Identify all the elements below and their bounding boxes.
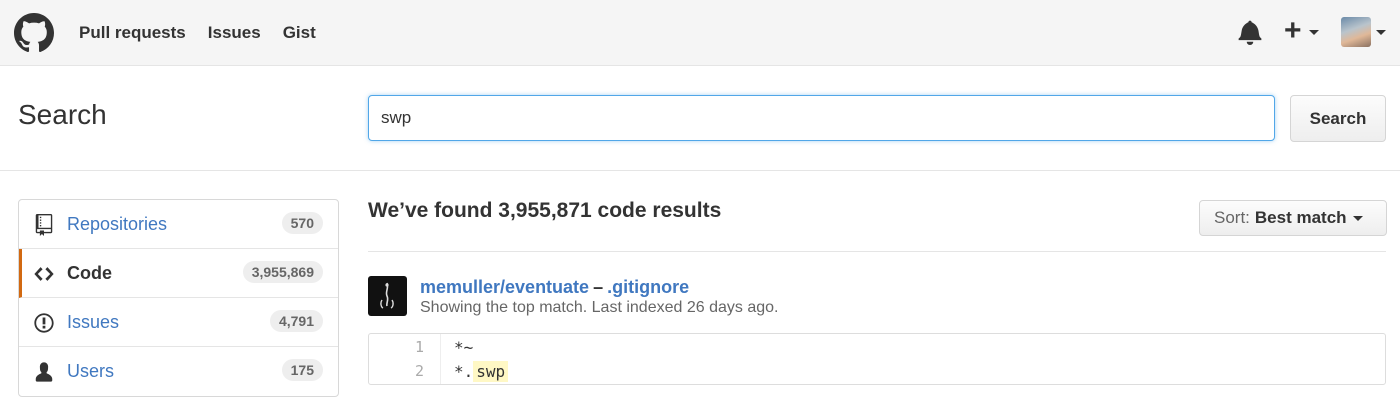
code-icon	[34, 267, 54, 281]
page-title: Search	[18, 99, 107, 130]
sidebar-item-label: Code	[67, 262, 112, 283]
sidebar-item-users[interactable]: Users 175	[19, 347, 338, 396]
count-badge: 3,955,869	[242, 261, 323, 283]
chevron-down-icon[interactable]	[1376, 30, 1386, 35]
line-number[interactable]: 1	[415, 338, 424, 356]
line-number-gutter: 1 2	[369, 334, 441, 384]
search-input[interactable]	[368, 95, 1275, 141]
results-summary: We’ve found 3,955,871 code results	[368, 199, 722, 222]
line-number[interactable]: 2	[415, 362, 424, 380]
sidebar-item-issues[interactable]: Issues 4,791	[19, 298, 338, 347]
sidebar-item-label: Repositories	[67, 213, 168, 234]
sidebar-item-code[interactable]: Code 3,955,869	[19, 249, 338, 298]
bell-icon[interactable]	[1237, 19, 1263, 45]
code-line: *. swp	[454, 361, 509, 382]
sort-prefix: Sort:	[1214, 208, 1250, 227]
result-title: memuller/eventuate – .gitignore	[420, 277, 689, 298]
top-navigation-bar: Pull requests Issues Gist +	[0, 0, 1400, 66]
count-badge: 175	[281, 359, 323, 381]
primary-nav: Pull requests Issues Gist	[79, 0, 338, 66]
title-separator: –	[593, 277, 604, 297]
chevron-down-icon	[1352, 215, 1363, 221]
code-snippet: 1 2 *~ *. swp	[368, 333, 1386, 385]
avatar[interactable]	[1341, 17, 1371, 47]
nav-issues[interactable]: Issues	[208, 23, 261, 43]
repo-icon	[35, 214, 53, 236]
issue-icon	[34, 313, 54, 333]
search-button[interactable]: Search	[1290, 95, 1386, 142]
person-icon	[35, 362, 53, 382]
code-line: *~	[454, 338, 473, 357]
sidebar-item-label: Issues	[67, 311, 120, 332]
sort-dropdown[interactable]: Sort: Best match	[1199, 200, 1387, 236]
file-link[interactable]: .gitignore	[607, 277, 689, 297]
sort-value: Best match	[1254, 208, 1347, 227]
repo-link[interactable]: memuller/eventuate	[420, 277, 589, 297]
result-meta: Showing the top match. Last indexed 26 d…	[420, 299, 779, 316]
match-highlight: swp	[473, 361, 509, 382]
search-type-menu: Repositories 570 Code 3,955,869 Issues 4…	[18, 199, 339, 397]
count-badge: 570	[281, 212, 323, 234]
plus-icon[interactable]: +	[1284, 16, 1302, 46]
nav-pull-requests[interactable]: Pull requests	[79, 23, 186, 43]
repo-avatar-graphic	[380, 282, 394, 309]
sidebar-item-repositories[interactable]: Repositories 570	[19, 200, 338, 249]
count-badge: 4,791	[269, 310, 323, 332]
code-text: *.	[454, 362, 474, 381]
sidebar-item-label: Users	[67, 361, 115, 381]
search-header: Search Search	[0, 67, 1400, 171]
repo-owner-avatar[interactable]	[368, 276, 407, 316]
code-text: *~	[454, 338, 474, 357]
github-octocat-icon[interactable]	[14, 13, 54, 53]
nav-gist[interactable]: Gist	[283, 23, 316, 43]
chevron-down-icon[interactable]	[1309, 30, 1319, 35]
divider	[368, 251, 1386, 252]
